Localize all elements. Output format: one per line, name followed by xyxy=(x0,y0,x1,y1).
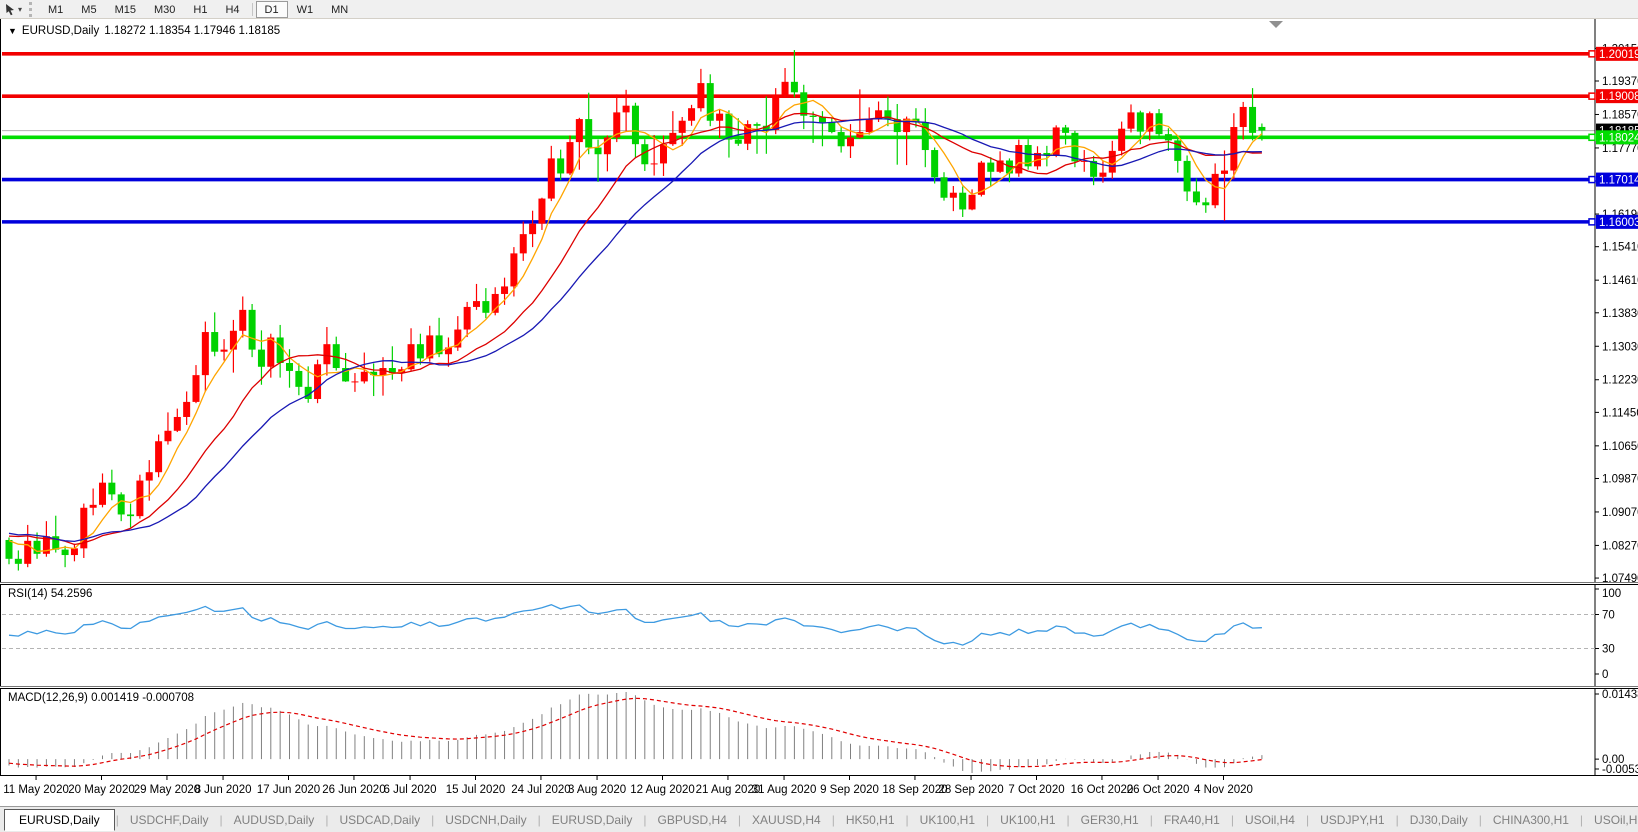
date-axis-label: 7 Oct 2020 xyxy=(1008,784,1064,796)
svg-text:1.14610: 1.14610 xyxy=(1602,275,1638,287)
tab-fra40-h1[interactable]: FRA40,H1 xyxy=(1154,810,1230,830)
date-axis-label: 17 Jun 2020 xyxy=(257,784,320,796)
svg-text:1.10650: 1.10650 xyxy=(1602,441,1638,453)
cursor-icon xyxy=(4,3,17,16)
macd-axis-label: 0.014384 xyxy=(1602,689,1638,701)
tab-xauusd-h4[interactable]: XAUUSD,H4 xyxy=(742,810,831,830)
rsi-label-text: RSI(14) 54.2596 xyxy=(8,588,92,600)
timeframe-button-m5[interactable]: M5 xyxy=(72,1,105,18)
svg-text:1.13030: 1.13030 xyxy=(1602,341,1638,353)
chevron-down-icon: ▾ xyxy=(18,5,22,14)
date-axis-label: 26 Oct 2020 xyxy=(1127,784,1190,796)
tab-china300-h1[interactable]: CHINA300,H1 xyxy=(1483,810,1579,830)
candlestick-chart-canvas[interactable]: 1.201501.193701.185701.177701.169801.161… xyxy=(1,19,1638,582)
chart-title: ▼ EURUSD,Daily 1.18272 1.18354 1.17946 1.1… xyxy=(8,25,280,37)
tab-ger30-h1[interactable]: GER30,H1 xyxy=(1071,810,1149,830)
timeframe-button-m15[interactable]: M15 xyxy=(106,1,145,18)
svg-text:1.07490: 1.07490 xyxy=(1602,573,1638,582)
date-axis[interactable]: 11 May 202020 May 202029 May 20208 Jun 2… xyxy=(0,775,1638,806)
svg-text:1.09070: 1.09070 xyxy=(1602,507,1638,519)
date-axis-label: 9 Sep 2020 xyxy=(820,784,879,796)
date-axis-label: 8 Jun 2020 xyxy=(195,784,252,796)
tab-audusd-daily[interactable]: AUDUSD,Daily xyxy=(224,810,325,830)
svg-text:1.16003: 1.16003 xyxy=(1599,217,1638,229)
rsi-chart-canvas[interactable]: 100 70 30 0 xyxy=(1,585,1638,686)
date-axis-label: 26 Jun 2020 xyxy=(322,784,385,796)
svg-text:70: 70 xyxy=(1602,610,1615,622)
date-axis-label: 24 Jul 2020 xyxy=(511,784,570,796)
date-axis-label: 3 Aug 2020 xyxy=(568,784,626,796)
svg-text:1.19008: 1.19008 xyxy=(1599,91,1638,103)
date-axis-label: 28 Sep 2020 xyxy=(938,784,1003,796)
tab-gbpusd-h4[interactable]: GBPUSD,H4 xyxy=(648,810,737,830)
macd-panel[interactable]: 0.0143840.00-0.005396 MACD(12,26,9) 0.00… xyxy=(0,689,1638,775)
timeframe-button-w1[interactable]: W1 xyxy=(288,1,323,18)
date-axis-label: 29 May 2020 xyxy=(134,784,201,796)
svg-text:1.12230: 1.12230 xyxy=(1602,375,1638,387)
svg-text:1.09870: 1.09870 xyxy=(1602,473,1638,485)
timeframe-group-separator xyxy=(252,3,253,16)
date-axis-label: 15 Jul 2020 xyxy=(446,784,505,796)
svg-text:30: 30 xyxy=(1602,644,1615,656)
svg-text:1.11450: 1.11450 xyxy=(1602,407,1638,419)
svg-text:1.13830: 1.13830 xyxy=(1602,308,1638,320)
main-chart-panel[interactable]: 1.201501.193701.185701.177701.169801.161… xyxy=(0,19,1638,582)
macd-axis-label: -0.005396 xyxy=(1602,764,1638,775)
rsi-label: RSI(14) 54.2596 xyxy=(8,588,92,600)
tab-usdcad-daily[interactable]: USDCAD,Daily xyxy=(329,810,430,830)
tab-eurusd-daily[interactable]: EURUSD,Daily xyxy=(542,810,643,830)
tab-usoil-h4[interactable]: USOil,H4 xyxy=(1235,810,1305,830)
timeframe-button-h1[interactable]: H1 xyxy=(184,1,216,18)
date-axis-label: 31 Aug 2020 xyxy=(752,784,817,796)
tab-dj30-daily[interactable]: DJ30,Daily xyxy=(1400,810,1478,830)
timeframe-toolbar: ▾ M1M5M15M30H1H4 D1W1MN xyxy=(0,0,1638,19)
date-axis-label: 20 May 2020 xyxy=(68,784,135,796)
symbol-tab-bar: EURUSD,Daily|USDCHF,Daily|AUDUSD,Daily|U… xyxy=(0,806,1638,832)
chart-symbol-label: EURUSD,Daily xyxy=(22,25,99,37)
tab-uk100-h1[interactable]: UK100,H1 xyxy=(910,810,985,830)
toolbar-grip[interactable] xyxy=(29,2,36,17)
rsi-panel[interactable]: 100 70 30 0 RSI(14) 54.2596 xyxy=(0,585,1638,686)
macd-label: MACD(12,26,9) 0.001419 -0.000708 xyxy=(8,692,194,704)
rsi-line xyxy=(9,605,1262,645)
svg-text:1.15410: 1.15410 xyxy=(1602,242,1638,254)
tab-hk50-h1[interactable]: HK50,H1 xyxy=(836,810,905,830)
date-axis-label: 11 May 2020 xyxy=(3,784,69,796)
svg-text:1.18570: 1.18570 xyxy=(1602,109,1638,121)
svg-text:1.17770: 1.17770 xyxy=(1602,143,1638,155)
svg-text:1.17014: 1.17014 xyxy=(1599,175,1638,187)
svg-text:100: 100 xyxy=(1602,588,1621,600)
timeframe-button-h4[interactable]: H4 xyxy=(216,1,248,18)
macd-chart-canvas[interactable]: 0.0143840.00-0.005396 xyxy=(1,689,1638,775)
date-axis-canvas: 11 May 202020 May 202029 May 20208 Jun 2… xyxy=(0,776,1638,806)
chart-ohlc-values: 1.18272 1.18354 1.17946 1.18185 xyxy=(104,25,280,37)
date-axis-label: 4 Nov 2020 xyxy=(1194,784,1253,796)
cursor-tool-button[interactable]: ▾ xyxy=(0,1,26,18)
timeframe-button-mn[interactable]: MN xyxy=(322,1,357,18)
timeframe-button-m1[interactable]: M1 xyxy=(39,1,72,18)
tab-usoil-h1[interactable]: USOil,H1 xyxy=(1584,810,1638,830)
macd-histogram xyxy=(9,692,1262,773)
timeframe-button-m30[interactable]: M30 xyxy=(145,1,184,18)
svg-text:1.19370: 1.19370 xyxy=(1602,76,1638,88)
collapse-chart-icon[interactable]: ▼ xyxy=(8,26,17,36)
timeframe-button-d1[interactable]: D1 xyxy=(256,1,288,18)
tab-eurusd-daily-active[interactable]: EURUSD,Daily xyxy=(4,809,115,831)
macd-label-text: MACD(12,26,9) 0.001419 -0.000708 xyxy=(8,692,194,704)
svg-text:0: 0 xyxy=(1602,669,1608,681)
svg-text:1.20019: 1.20019 xyxy=(1599,49,1638,61)
svg-text:1.08270: 1.08270 xyxy=(1602,540,1638,552)
tab-usdchf-daily[interactable]: USDCHF,Daily xyxy=(120,810,219,830)
date-axis-label: 6 Jul 2020 xyxy=(384,784,437,796)
date-axis-label: 21 Aug 2020 xyxy=(696,784,761,796)
date-axis-label: 12 Aug 2020 xyxy=(630,784,695,796)
tab-uk100-h1[interactable]: UK100,H1 xyxy=(990,810,1065,830)
svg-text:1.18024: 1.18024 xyxy=(1599,132,1638,144)
date-axis-label: 16 Oct 2020 xyxy=(1071,784,1134,796)
tab-usdjpy-h1[interactable]: USDJPY,H1 xyxy=(1310,810,1394,830)
tab-usdcnh-daily[interactable]: USDCNH,Daily xyxy=(435,810,536,830)
